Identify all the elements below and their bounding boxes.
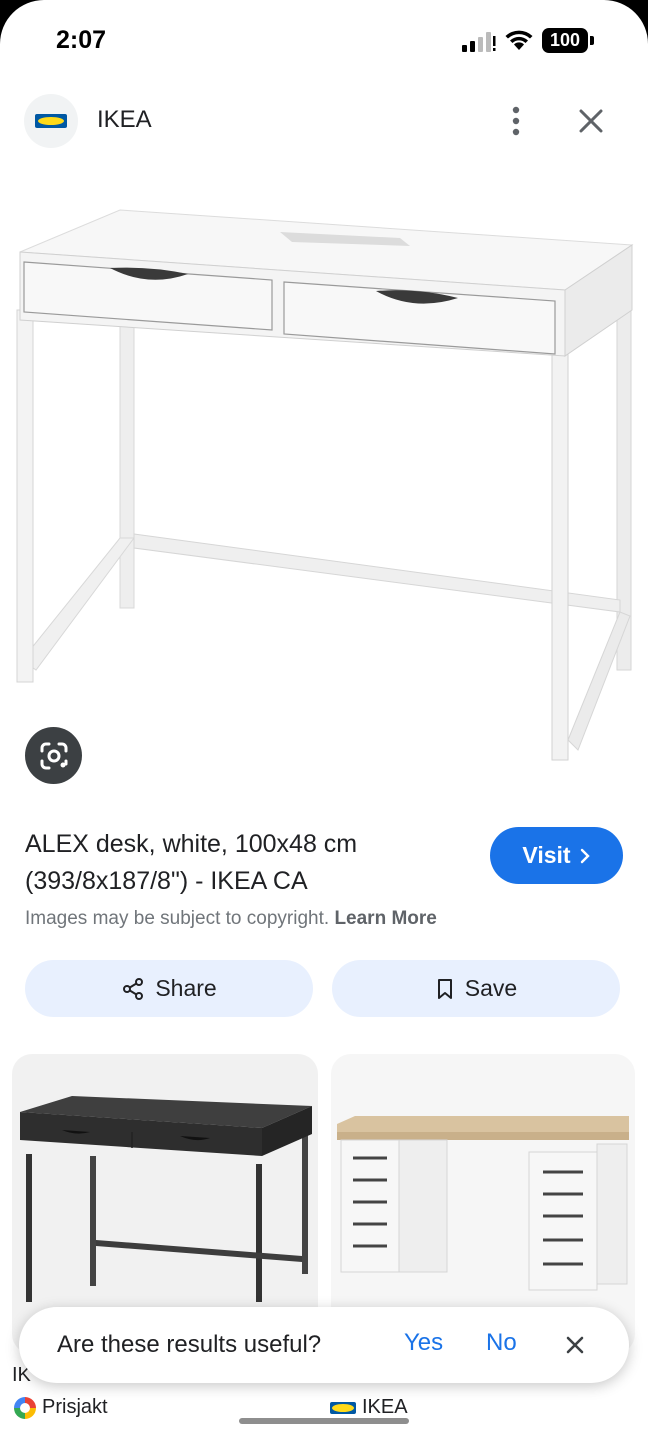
save-label: Save [464,975,518,1001]
google-lens-icon [40,742,67,769]
white-desk-illustration [16,209,634,761]
lens-search-button[interactable] [25,727,82,784]
copyright-text: Images may be subject to copyright. [25,908,330,929]
bookmark-icon [437,978,452,999]
source-name: Prisjakt [42,1396,108,1418]
status-bar: 2:07 100 [0,0,648,80]
close-icon [566,1336,584,1354]
more-options-icon[interactable] [500,104,532,138]
feedback-question: Are these results useful? [57,1331,322,1358]
source-name: IKEA [362,1396,408,1418]
status-bar-background: 2:07 100 [0,0,648,80]
close-icon[interactable] [574,104,608,138]
share-label: Share [155,975,217,1001]
cellular-signal-icon [462,32,496,52]
feedback-toast: Are these results useful? Yes No [19,1307,629,1383]
home-indicator[interactable] [239,1418,409,1424]
site-name[interactable]: IKEA [97,106,152,134]
status-time: 2:07 [56,26,107,54]
feedback-yes-button[interactable]: Yes [404,1329,443,1357]
feedback-dismiss-button[interactable] [561,1331,589,1359]
product-image[interactable] [0,160,648,808]
site-favicon [24,94,78,148]
copyright-notice: Images may be subject to copyright. Lear… [25,908,437,930]
ikea-logo-icon [35,114,67,128]
feedback-no-button[interactable]: No [486,1329,517,1357]
chevron-right-icon [580,848,590,863]
visit-button[interactable]: Visit [490,827,623,884]
ikea-logo-icon [330,1401,356,1414]
learn-more-link[interactable]: Learn More [334,908,436,929]
battery-tip [590,36,594,45]
prisjakt-logo-icon [14,1396,36,1419]
battery-level: 100 [542,28,588,53]
share-icon [123,977,144,1000]
related-result-source[interactable]: Prisjakt [14,1396,108,1419]
share-button[interactable]: Share [25,960,313,1017]
visit-label: Visit [522,842,571,868]
result-title[interactable]: ALEX desk, white, 100x48 cm (393/8x187/8… [25,826,465,900]
wifi-icon [505,30,533,50]
viewer-header: IKEA [0,80,648,160]
save-button[interactable]: Save [332,960,620,1017]
related-result-source[interactable]: IKEA [330,1396,408,1419]
battery-icon: 100 [542,28,594,53]
